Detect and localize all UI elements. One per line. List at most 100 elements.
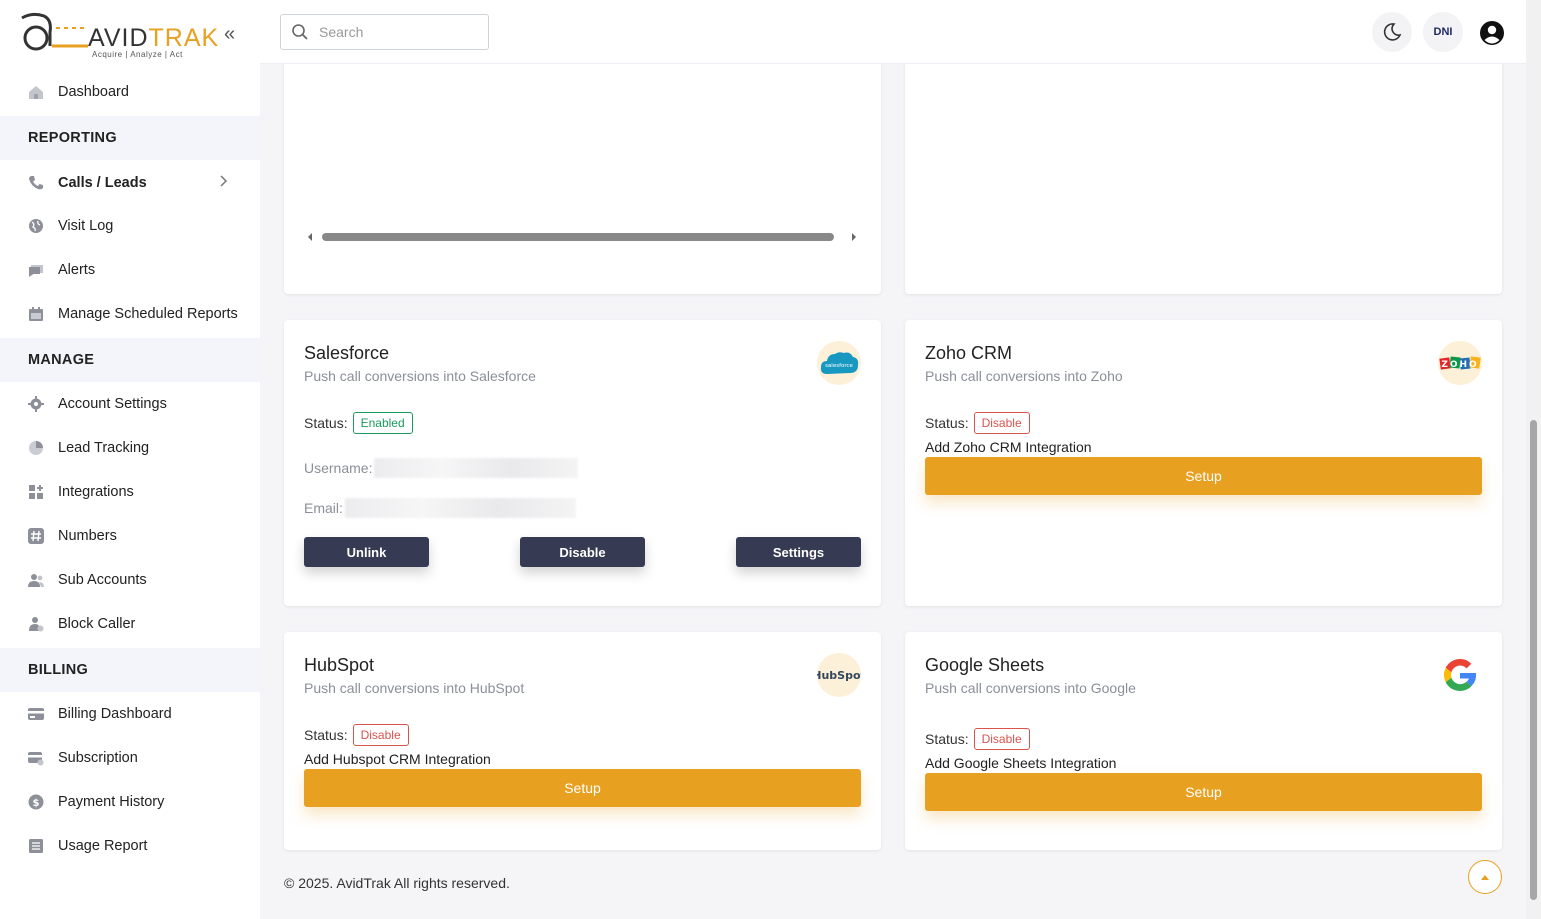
- pie-chart-icon: [28, 440, 44, 456]
- status-badge: Enabled: [352, 412, 413, 434]
- hubspot-logo: HubSpot: [817, 653, 861, 697]
- scroll-to-top-button[interactable]: [1468, 860, 1502, 894]
- sidebar-item-alerts[interactable]: Alerts: [0, 248, 260, 292]
- card-subtitle: Push call conversions into Google: [925, 680, 1136, 696]
- user-profile-button[interactable]: [1479, 20, 1505, 46]
- card-settings-icon: [28, 750, 44, 766]
- salesforce-card: Salesforce Push call conversions into Sa…: [284, 320, 881, 606]
- integration-card-top-left: [284, 64, 881, 294]
- scroll-right-icon[interactable]: [850, 229, 858, 245]
- collapse-sidebar-icon[interactable]: «: [224, 24, 235, 44]
- sidebar-item-label: Usage Report: [58, 838, 148, 854]
- sidebar-item-label: Account Settings: [58, 396, 167, 412]
- status-label: Status:: [925, 731, 969, 747]
- sidebar-item-label: Block Caller: [58, 616, 136, 632]
- chevron-right-icon: [220, 175, 228, 187]
- scroll-left-icon[interactable]: [306, 229, 314, 245]
- chat-alert-icon: [28, 262, 44, 278]
- username-row: Username:: [304, 458, 579, 478]
- email-value-redacted: [344, 498, 576, 518]
- salesforce-cloud-icon: salesforce: [820, 352, 859, 374]
- add-integration-text: Add Hubspot CRM Integration: [304, 751, 491, 767]
- status-label: Status:: [304, 415, 348, 431]
- users-icon: [28, 572, 44, 588]
- arrow-up-icon: [1481, 875, 1489, 880]
- status-row: Status: Disable: [925, 728, 1030, 750]
- sidebar-item-account-settings[interactable]: Account Settings: [0, 382, 260, 426]
- sidebar-item-billing-dashboard[interactable]: Billing Dashboard: [0, 692, 260, 736]
- moon-icon: [1383, 23, 1402, 41]
- card-subtitle: Push call conversions into Zoho: [925, 368, 1123, 384]
- card-subtitle: Push call conversions into HubSpot: [304, 680, 525, 696]
- status-badge: Disable: [973, 412, 1030, 434]
- zoho-card: Zoho CRM Push call conversions into Zoho…: [905, 320, 1502, 606]
- unlink-button[interactable]: Unlink: [304, 537, 429, 567]
- footer-copyright: © 2025. AvidTrak All rights reserved.: [284, 875, 510, 891]
- setup-button[interactable]: Setup: [925, 773, 1482, 811]
- sidebar-item-calls-leads[interactable]: Calls / Leads: [0, 161, 260, 205]
- username-label: Username:: [304, 460, 373, 476]
- dollar-circle-icon: $: [28, 794, 44, 810]
- sidebar-item-numbers[interactable]: Numbers: [0, 514, 260, 558]
- disable-button[interactable]: Disable: [520, 537, 645, 567]
- zoho-logo-text: ZOHO: [1441, 360, 1478, 370]
- hubspot-logo-text: HubSpot: [817, 668, 861, 682]
- section-manage: MANAGE: [0, 338, 260, 382]
- sidebar-item-label: Calls / Leads: [58, 175, 147, 191]
- main-content: Salesforce Push call conversions into Sa…: [260, 64, 1526, 919]
- sidebar-item-label: Billing Dashboard: [58, 706, 172, 722]
- search-box[interactable]: [280, 14, 489, 50]
- brand-name: AVIDTRAK: [88, 24, 220, 52]
- status-badge: Disable: [352, 724, 409, 746]
- sidebar-item-label: Subscription: [58, 750, 138, 766]
- sidebar-item-label: Dashboard: [58, 84, 129, 100]
- top-header: DNI: [260, 0, 1526, 64]
- username-value-redacted: [374, 458, 579, 478]
- page-scrollbar-thumb[interactable]: [1530, 420, 1537, 900]
- report-list-icon: [28, 838, 44, 854]
- search-icon: [292, 24, 308, 40]
- calendar-icon: [28, 306, 44, 322]
- sidebar-item-usage-report[interactable]: Usage Report: [0, 824, 260, 868]
- salesforce-logo: salesforce: [817, 341, 861, 385]
- email-row: Email:: [304, 498, 576, 518]
- dark-mode-toggle[interactable]: [1372, 12, 1412, 52]
- sidebar-item-payment-history[interactable]: $ Payment History: [0, 780, 260, 824]
- card-subtitle: Push call conversions into Salesforce: [304, 368, 536, 384]
- dni-button[interactable]: DNI: [1423, 12, 1463, 52]
- sidebar-item-lead-tracking[interactable]: Lead Tracking: [0, 426, 260, 470]
- sidebar: AVIDTRAK Acquire | Analyze | Act « Dashb…: [0, 0, 260, 919]
- settings-button[interactable]: Settings: [736, 537, 861, 567]
- sidebar-item-label: Manage Scheduled Reports: [58, 306, 238, 322]
- page-scrollbar[interactable]: [1526, 0, 1541, 919]
- add-integration-text: Add Google Sheets Integration: [925, 755, 1117, 771]
- sidebar-item-block-caller[interactable]: Block Caller: [0, 602, 260, 646]
- zoho-logo: ZOHO: [1438, 341, 1482, 385]
- setup-button[interactable]: Setup: [304, 769, 861, 807]
- avidtrak-logo-mark-icon: [21, 12, 88, 51]
- scrollbar-thumb[interactable]: [322, 233, 834, 241]
- user-block-icon: [28, 616, 44, 632]
- status-label: Status:: [925, 415, 969, 431]
- credit-card-icon: [28, 706, 44, 722]
- svg-text:$: $: [33, 798, 40, 809]
- setup-button[interactable]: Setup: [925, 457, 1482, 495]
- phone-icon: [28, 175, 44, 191]
- gear-icon: [28, 396, 44, 412]
- status-row: Status: Disable: [304, 724, 409, 746]
- email-label: Email:: [304, 500, 343, 516]
- sidebar-item-visit-log[interactable]: Visit Log: [0, 204, 260, 248]
- sidebar-item-integrations[interactable]: Integrations: [0, 470, 260, 514]
- horizontal-scrollbar[interactable]: [306, 229, 858, 245]
- home-icon: [28, 84, 44, 100]
- brand-logo[interactable]: AVIDTRAK Acquire | Analyze | Act: [18, 10, 218, 62]
- sidebar-item-label: Numbers: [58, 528, 117, 544]
- sidebar-item-scheduled-reports[interactable]: Manage Scheduled Reports: [0, 292, 260, 336]
- section-reporting: REPORTING: [0, 116, 260, 160]
- sidebar-item-sub-accounts[interactable]: Sub Accounts: [0, 558, 260, 602]
- google-sheets-card: Google Sheets Push call conversions into…: [905, 632, 1502, 850]
- sidebar-item-subscription[interactable]: Subscription: [0, 736, 260, 780]
- sidebar-item-dashboard[interactable]: Dashboard: [0, 70, 260, 114]
- sidebar-item-label: Integrations: [58, 484, 134, 500]
- search-input[interactable]: [319, 24, 479, 40]
